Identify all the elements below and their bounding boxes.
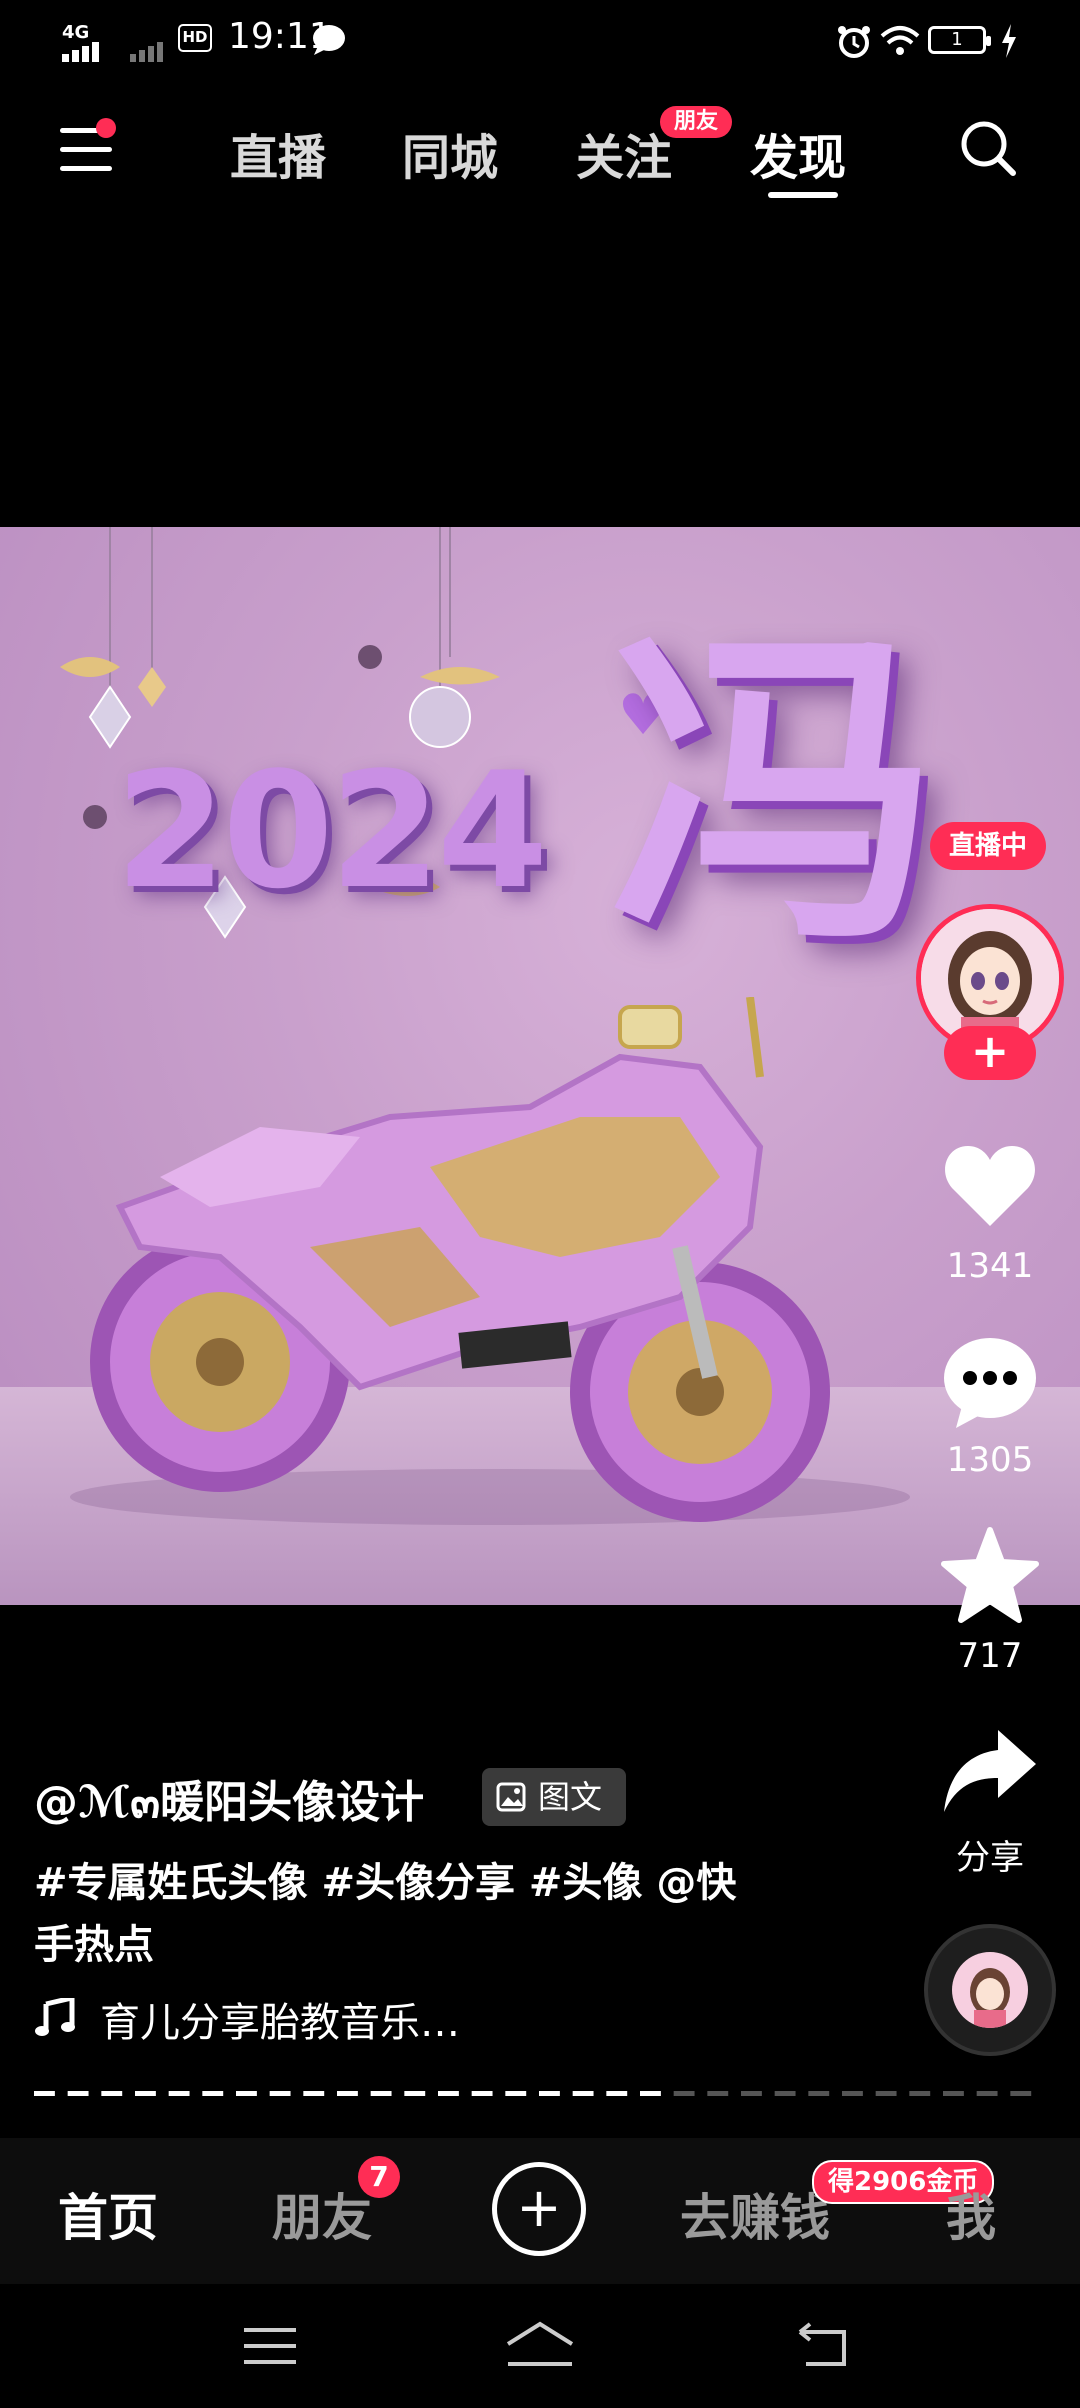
like-count: 1341	[946, 1246, 1034, 1286]
home-icon[interactable]	[504, 2320, 576, 2370]
signal-icon	[62, 42, 99, 62]
progress-segment	[101, 2091, 123, 2096]
live-now-badge[interactable]: 直播中	[930, 822, 1046, 870]
progress-segment	[606, 2091, 628, 2096]
progress-segment	[404, 2091, 426, 2096]
progress-segment	[471, 2091, 493, 2096]
nav-friends[interactable]: 朋友	[272, 2178, 372, 2250]
progress-segment	[943, 2091, 964, 2096]
progress-segment	[438, 2091, 459, 2096]
charging-icon	[1002, 24, 1016, 58]
progress-segment	[269, 2091, 291, 2096]
signal-weak-icon	[130, 42, 163, 62]
friends-count-badge: 7	[358, 2156, 400, 2198]
progress-segment	[808, 2091, 830, 2096]
alarm-icon	[838, 26, 870, 58]
progress-segment	[842, 2091, 863, 2096]
progress-segment	[135, 2091, 156, 2096]
active-tab-indicator	[768, 192, 838, 198]
favorite-count: 717	[957, 1636, 1023, 1676]
hashtags[interactable]: #专属姓氏头像 #头像分享 #头像 @快手热点	[34, 1852, 774, 1976]
progress-segment	[34, 2091, 55, 2096]
progress-segment	[774, 2091, 796, 2096]
progress-segment	[640, 2091, 661, 2096]
tab-live[interactable]: 直播	[230, 118, 326, 188]
share-label[interactable]: 分享	[920, 1830, 1060, 1879]
progress-segment	[539, 2091, 560, 2096]
progress-segment	[303, 2091, 325, 2096]
carousel-progress	[34, 2091, 1032, 2096]
author-name[interactable]: @ℳ๓暖阳头像设计	[34, 1766, 424, 1837]
progress-segment	[1010, 2091, 1032, 2096]
create-post-button[interactable]: +	[492, 2162, 586, 2256]
progress-segment	[370, 2091, 392, 2096]
like-heart-icon[interactable]	[940, 1136, 1040, 1236]
comment-icon[interactable]	[940, 1332, 1040, 1432]
progress-segment	[202, 2091, 224, 2096]
status-bar: 4G HD 19:11 1	[0, 0, 1080, 80]
nav-earn[interactable]: 去赚钱	[680, 2178, 830, 2250]
progress-segment	[337, 2091, 358, 2096]
surname-graphic: 冯	[610, 600, 940, 984]
progress-segment	[236, 2091, 257, 2096]
battery-icon: 1	[928, 26, 991, 54]
image-icon	[496, 1782, 526, 1812]
recent-apps-icon[interactable]	[244, 2324, 296, 2368]
tab-nearby[interactable]: 同城	[402, 118, 498, 188]
music-disc[interactable]	[924, 1924, 1056, 2056]
system-nav-bar	[0, 2284, 1080, 2408]
progress-segment	[67, 2091, 89, 2096]
wifi-icon	[880, 26, 920, 55]
progress-segment	[976, 2091, 998, 2096]
comment-count: 1305	[946, 1440, 1034, 1480]
follow-button[interactable]: +	[944, 1026, 1036, 1080]
progress-segment	[707, 2091, 729, 2096]
hd-icon: HD	[178, 24, 212, 52]
progress-segment	[168, 2091, 190, 2096]
type-tag-label: 图文	[538, 1778, 603, 1816]
music-note-icon	[35, 1998, 75, 2036]
progress-segment	[909, 2091, 931, 2096]
music-title[interactable]: 育儿分享胎教音乐…	[100, 1990, 460, 2048]
image-text-tag: 图文	[482, 1768, 626, 1826]
post-image[interactable]: 2024 ♥ 冯	[0, 527, 1080, 1605]
progress-segment	[875, 2091, 897, 2096]
progress-segment	[572, 2091, 594, 2096]
progress-segment	[505, 2091, 527, 2096]
share-arrow-icon[interactable]	[940, 1722, 1040, 1822]
tab-discover[interactable]: 发现	[750, 118, 846, 188]
message-bubble-icon	[313, 25, 345, 55]
friend-badge: 朋友	[660, 106, 733, 138]
tab-following[interactable]: 关注	[576, 118, 672, 188]
progress-segment	[741, 2091, 762, 2096]
back-icon[interactable]	[796, 2322, 850, 2368]
nav-home[interactable]: 首页	[58, 2178, 158, 2250]
nav-me[interactable]: 我	[946, 2178, 996, 2250]
progress-segment	[673, 2091, 695, 2096]
search-icon[interactable]	[958, 118, 1018, 178]
year-graphic: 2024	[115, 737, 548, 924]
notification-dot	[96, 118, 116, 138]
motorcycle-illustration	[70, 997, 910, 1525]
favorite-star-icon[interactable]	[940, 1526, 1040, 1626]
